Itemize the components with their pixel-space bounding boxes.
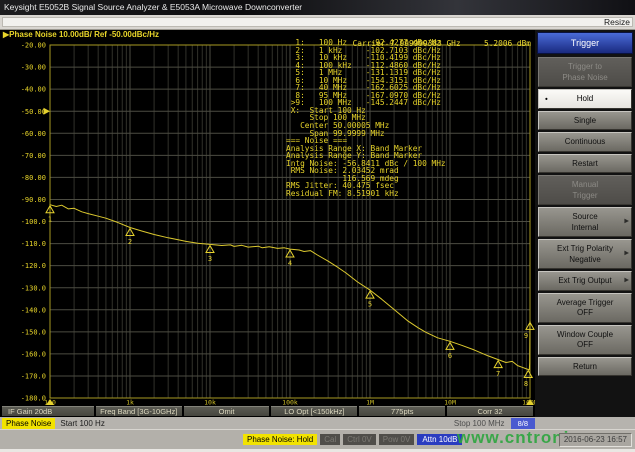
softkey-label: Continuous <box>548 137 622 147</box>
softkey-single[interactable]: Single <box>538 111 632 131</box>
y-axis-tick-label: -110.0 <box>21 240 46 248</box>
softkey-manual-trigger[interactable]: ManualTrigger <box>538 175 632 205</box>
menu-bar: Resize <box>0 15 635 30</box>
softkey-source[interactable]: SourceInternal▶ <box>538 207 632 237</box>
status-segment-4[interactable]: LO Opt [<150kHz] <box>271 406 357 416</box>
y-axis-tick-label: -180.0 <box>21 395 46 403</box>
softkey-label: Single <box>548 116 622 126</box>
y-axis-tick-label: -70.00 <box>21 152 46 160</box>
trace-name-chip[interactable]: Phase Noise <box>2 418 55 429</box>
trace-status-bar: Phase Noise Start 100 Hz Stop 100 MHz 8/… <box>0 417 635 429</box>
y-axis-tick-label: -50.00 <box>21 108 46 116</box>
y-axis-tick-label: -150.0 <box>21 328 46 336</box>
y-axis-tick-label: -30.00 <box>21 64 46 72</box>
application-window: Keysight E5052B Signal Source Analyzer &… <box>0 0 635 452</box>
attenuator-status-chip[interactable]: Attn 10dB <box>417 434 462 445</box>
y-axis-tick-label: -140.0 <box>21 306 46 314</box>
resize-button[interactable]: Resize <box>604 15 630 29</box>
marker-number-label: 5 <box>368 301 372 309</box>
y-axis-tick-label: -40.00 <box>21 86 46 94</box>
window-title: Keysight E5052B Signal Source Analyzer &… <box>4 2 302 12</box>
ctrl-status-chip[interactable]: Ctrl 0V <box>343 434 375 445</box>
cal-status-chip[interactable]: Cal <box>320 434 340 445</box>
page-indicator-chip[interactable]: 8/8 <box>511 418 535 429</box>
marker-number-label: 8 <box>524 380 528 388</box>
stop-frequency-label: Stop 100 MHz <box>454 419 505 428</box>
status-segment-6[interactable]: Corr 32 <box>447 406 533 416</box>
submenu-arrow-icon: ▶ <box>624 217 629 227</box>
softkey-value-label: Phase Noise <box>548 73 622 83</box>
y-axis-tick-label: -60.00 <box>21 130 46 138</box>
y-axis-tick-label: -80.00 <box>21 174 46 182</box>
y-axis-tick-label: -130.0 <box>21 284 46 292</box>
softkey-value-label: OFF <box>548 340 622 350</box>
reference-level-arrow-icon <box>44 108 51 115</box>
softkey-label: Trigger to <box>548 62 622 72</box>
y-axis-tick-label: -120.0 <box>21 262 46 270</box>
measurement-status-row: IF Gain 20dBFreq Band [3G-10GHz]OmitLO O… <box>0 405 535 417</box>
softkey-value-label: OFF <box>548 308 622 318</box>
status-segment-3[interactable]: Omit <box>184 406 270 416</box>
softkey-label: Average Trigger <box>548 298 622 308</box>
softkey-label: Window Couple <box>548 330 622 340</box>
softkey-ext-trig-output[interactable]: Ext Trig Output▶ <box>538 271 632 291</box>
softkey-restart[interactable]: Restart <box>538 154 632 174</box>
marker-number-label: 1 <box>48 215 52 223</box>
toolbar-field <box>2 17 633 27</box>
status-segment-5[interactable]: 775pts <box>359 406 445 416</box>
trace-marker-9[interactable]: 9 <box>524 322 534 340</box>
softkey-return[interactable]: Return <box>538 357 632 377</box>
datetime-display: 2016-06-23 16:57 <box>559 433 632 447</box>
readout-line-21: Residual FM: 8.51901 kHz <box>286 190 446 198</box>
y-axis-tick-label: -170.0 <box>21 373 46 381</box>
submenu-arrow-icon: ▶ <box>624 249 629 259</box>
submenu-arrow-icon: ▶ <box>624 276 629 286</box>
marker-number-label: 7 <box>496 370 500 378</box>
softkey-panel: Trigger Trigger toPhase Noise•HoldSingle… <box>535 30 635 417</box>
softkey-label: Hold <box>548 94 622 104</box>
phase-noise-plot: -20.00 -30.00 -40.00 -50.00 -60.00 -70.00 -80.… <box>0 38 535 405</box>
marker-number-label: 9 <box>524 332 528 340</box>
marker-number-label: 3 <box>208 255 212 263</box>
softkey-hold[interactable]: •Hold <box>538 89 632 109</box>
start-frequency-label: Start 100 Hz <box>60 419 104 428</box>
status-segment-1[interactable]: IF Gain 20dB <box>2 406 94 416</box>
softkey-label: Source <box>548 212 622 222</box>
y-axis-tick-label: -160.0 <box>21 350 46 358</box>
softkey-menu-title: Trigger <box>537 32 633 54</box>
softkey-label: Ext Trig Output <box>548 276 622 286</box>
softkey-average-trigger[interactable]: Average TriggerOFF <box>538 293 632 323</box>
status-segment-2[interactable]: Freq Band [3G-10GHz] <box>96 406 182 416</box>
instrument-screen: ▶Phase Noise 10.00dB/ Ref -50.00dBc/Hz -… <box>0 30 535 405</box>
mode-status-chip[interactable]: Phase Noise: Hold <box>243 434 317 445</box>
softkey-continuous[interactable]: Continuous <box>538 132 632 152</box>
marker-number-label: 2 <box>128 238 132 246</box>
softkey-value-label: Negative <box>548 255 622 265</box>
softkey-label: Manual <box>548 180 622 190</box>
softkey-trigger-to-phase-noise[interactable]: Trigger toPhase Noise <box>538 57 632 87</box>
marker-triangle-icon <box>524 371 532 378</box>
softkey-label: Ext Trig Polarity <box>548 244 622 254</box>
marker-readout-block: 1: 100 Hz -92.4277 dBc/Hz 2: 1 kHz -102.… <box>286 39 446 197</box>
softkey-ext-trig-polarity[interactable]: Ext Trig PolarityNegative▶ <box>538 239 632 269</box>
marker-number-label: 6 <box>448 352 452 360</box>
marker-number-label: 4 <box>288 260 292 268</box>
y-axis-tick-label: -90.00 <box>21 196 46 204</box>
softkey-label: Restart <box>548 159 622 169</box>
trace-marker-8[interactable]: 8 <box>524 371 532 389</box>
window-titlebar[interactable]: Keysight E5052B Signal Source Analyzer &… <box>0 0 635 15</box>
y-axis-tick-label: -100.0 <box>21 218 46 226</box>
softkey-value-label: Trigger <box>548 191 622 201</box>
y-axis-tick-label: -20.00 <box>21 42 46 50</box>
softkey-label: Return <box>548 362 622 372</box>
bottom-status-bar: Phase Noise: Hold Cal Ctrl 0V Pow 0V Att… <box>0 429 635 449</box>
softkey-value-label: Internal <box>548 223 622 233</box>
softkey-window-couple[interactable]: Window CoupleOFF <box>538 325 632 355</box>
pow-status-chip[interactable]: Pow 0V <box>379 434 415 445</box>
selected-bullet-icon: • <box>545 94 548 104</box>
